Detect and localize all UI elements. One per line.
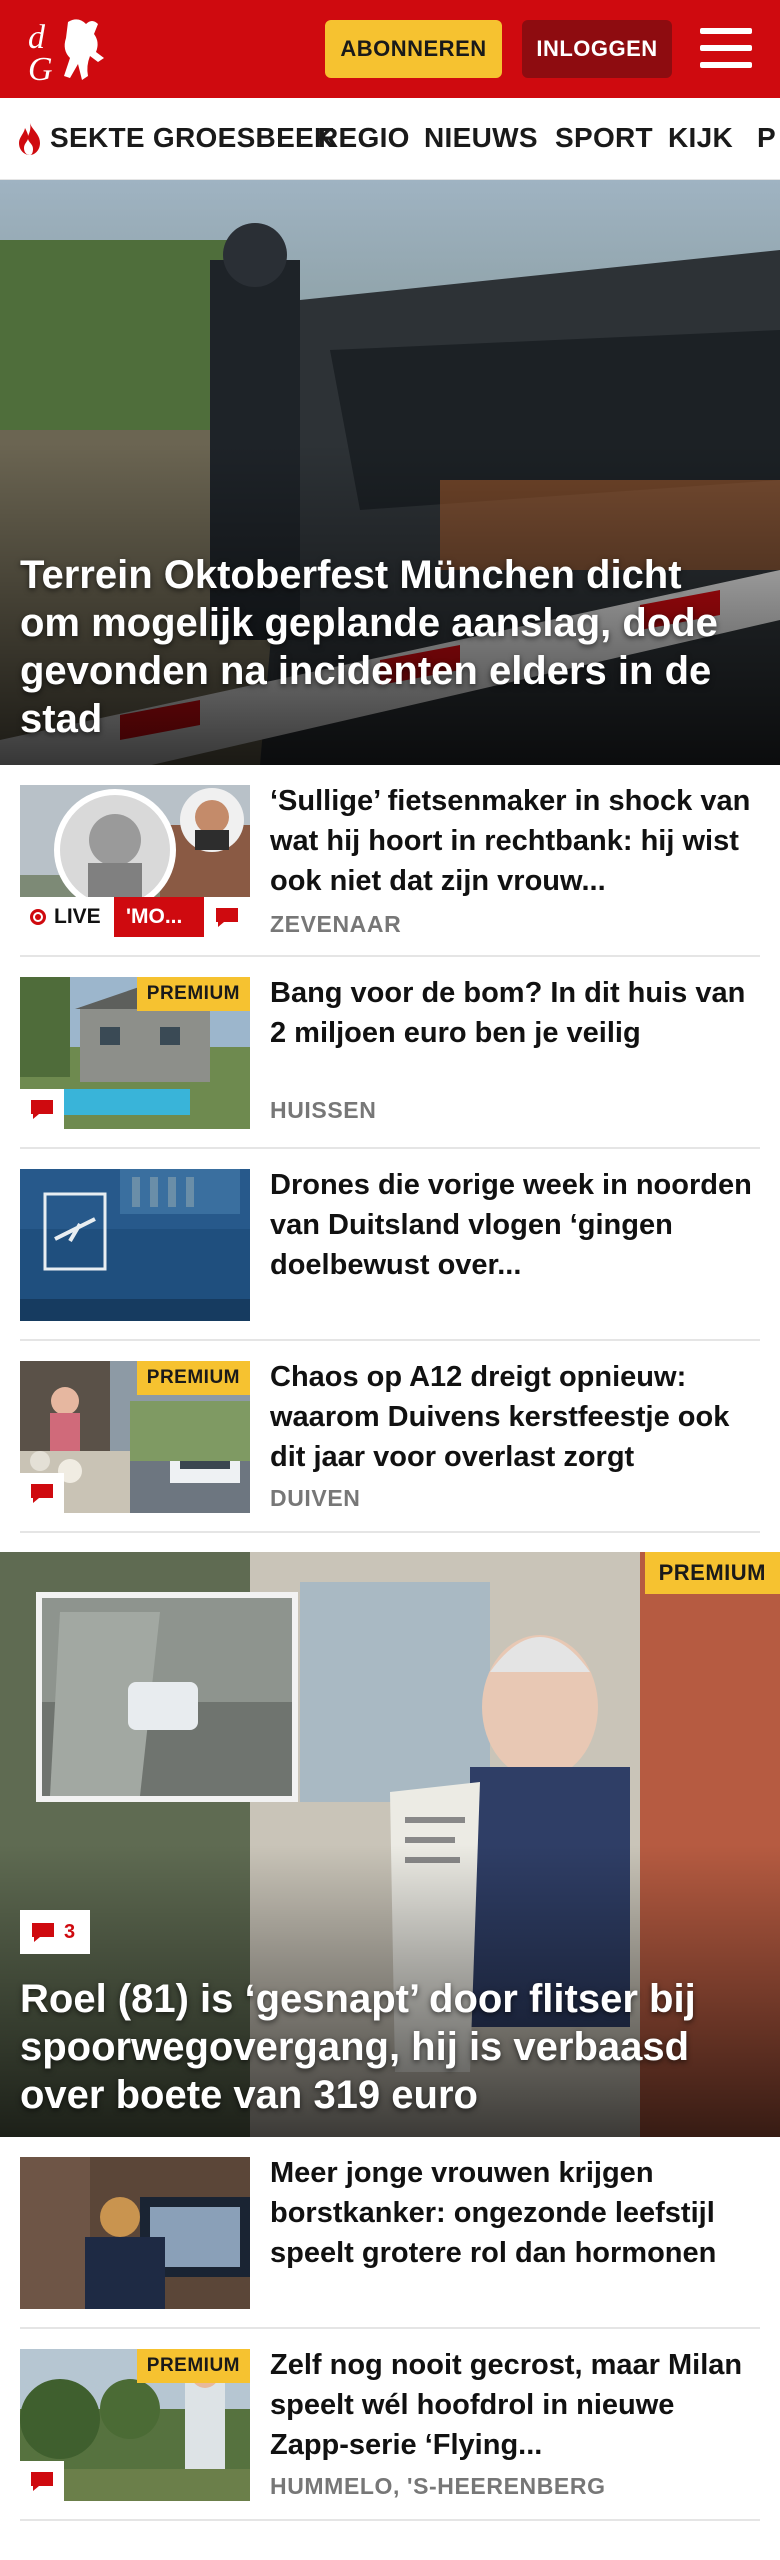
article-title[interactable]: Chaos op A12 dreigt opnieuw: waarom Duiv…	[270, 1357, 760, 1477]
article-location: HUMMELO, 'S-HEERENBERG	[270, 2473, 606, 2499]
feature-title[interactable]: Roel (81) is ‘gesnapt’ door flitser bij …	[20, 1975, 750, 2119]
premium-badge: PREMIUM	[136, 1361, 250, 1395]
live-indicator: LIVE	[20, 897, 114, 937]
article-title[interactable]: Zelf nog nooit gecrost, maar Milan speel…	[270, 2345, 760, 2465]
menu-icon[interactable]	[700, 24, 752, 72]
comment-icon[interactable]	[20, 1089, 64, 1129]
article-location: ZEVENAAR	[270, 911, 402, 937]
subscribe-button[interactable]: ABONNEREN	[325, 20, 502, 78]
list-item[interactable]: Meer jonge vrouwen krijgen borstkanker: …	[20, 2137, 760, 2329]
comment-count-value: 3	[64, 1920, 76, 1943]
comment-icon[interactable]	[20, 2461, 64, 2501]
dg-logo[interactable]: d G	[24, 14, 116, 86]
comment-icon[interactable]	[20, 1473, 64, 1513]
article-thumbnail: LIVE 'MO...	[20, 785, 250, 937]
login-button[interactable]: INLOGGEN	[522, 20, 672, 78]
article-thumbnail	[20, 1169, 250, 1321]
article-thumbnail: PREMIUM	[20, 977, 250, 1129]
article-title[interactable]: Meer jonge vrouwen krijgen borstkanker: …	[270, 2153, 760, 2273]
section-nav: SEKTE GROESBEEK REGIO NIEUWS SPORT KIJK …	[0, 98, 780, 180]
svg-text:G: G	[28, 51, 53, 86]
live-tag: 'MO...	[114, 897, 204, 937]
nav-item-regio[interactable]: REGIO	[318, 122, 410, 154]
article-location: DUIVEN	[270, 1485, 361, 1511]
comment-icon	[32, 1923, 54, 1942]
article-thumbnail: PREMIUM	[20, 2349, 250, 2501]
live-dot-icon	[30, 909, 46, 925]
nav-item-sekte-groesbeek[interactable]: SEKTE GROESBEEK	[50, 122, 335, 154]
nav-item-nieuws[interactable]: NIEUWS	[424, 122, 538, 154]
premium-badge: PREMIUM	[136, 2349, 250, 2383]
live-bar: LIVE 'MO...	[20, 897, 250, 937]
hero-article[interactable]: Terrein Oktoberfest München dicht om mog…	[0, 180, 780, 765]
nav-item-kijk[interactable]: KIJK	[668, 122, 733, 154]
article-thumbnail	[20, 2157, 250, 2309]
article-thumbnail: PREMIUM	[20, 1361, 250, 1513]
hero-title[interactable]: Terrein Oktoberfest München dicht om mog…	[20, 551, 750, 743]
comment-icon[interactable]	[204, 897, 250, 937]
list-item[interactable]: Drones die vorige week in noorden van Du…	[20, 1149, 760, 1341]
list-item[interactable]: PREMIUM Bang voor de bom? In dit huis va…	[20, 957, 760, 1149]
nav-item-more[interactable]: P	[757, 122, 776, 154]
feature-article[interactable]: PREMIUM 3 Roel (81) is ‘gesnapt’ door fl…	[0, 1552, 780, 2137]
article-location: HUISSEN	[270, 1097, 377, 1123]
premium-badge: PREMIUM	[644, 1552, 780, 1594]
premium-badge: PREMIUM	[136, 977, 250, 1011]
nav-item-sport[interactable]: SPORT	[555, 122, 653, 154]
list-item[interactable]: PREMIUM Chaos op A12 dreigt opnieuw: waa…	[20, 1341, 760, 1533]
flame-icon	[19, 123, 40, 155]
comment-count[interactable]: 3	[20, 1910, 90, 1954]
live-label: LIVE	[54, 905, 101, 928]
article-title[interactable]: Drones die vorige week in noorden van Du…	[270, 1165, 760, 1285]
list-item[interactable]: PREMIUM Zelf nog nooit gecrost, maar Mil…	[20, 2329, 760, 2521]
article-title[interactable]: ‘Sullige’ fietsenmaker in shock van wat …	[270, 781, 760, 901]
top-bar: d G ABONNEREN INLOGGEN	[0, 0, 780, 98]
list-item[interactable]: LIVE 'MO... ‘Sullige’ fietsenmaker in sh…	[20, 765, 760, 957]
article-title[interactable]: Bang voor de bom? In dit huis van 2 milj…	[270, 973, 760, 1053]
